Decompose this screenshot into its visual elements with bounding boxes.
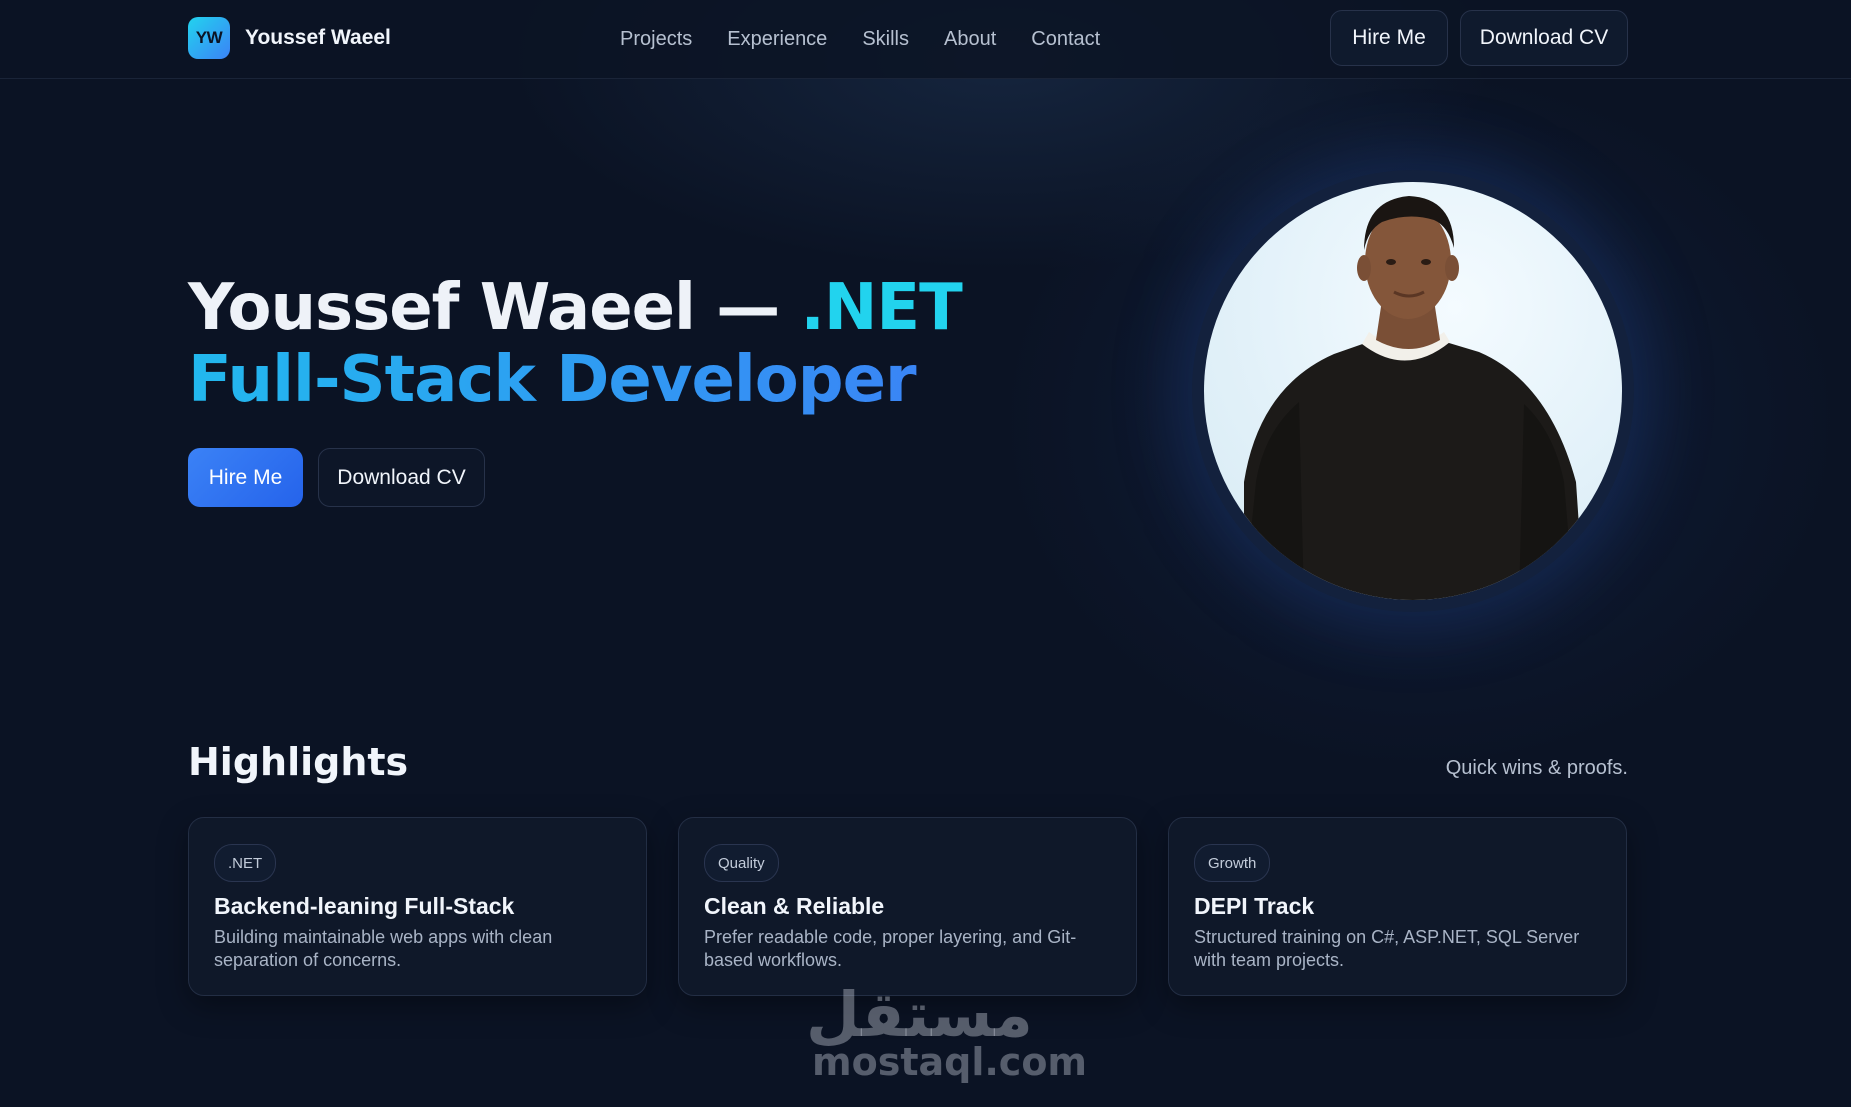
highlight-card: Quality Clean & Reliable Prefer readable… <box>678 817 1137 996</box>
card-title: Clean & Reliable <box>704 893 885 919</box>
card-tag: Growth <box>1194 844 1271 882</box>
highlights-subtitle: Quick wins & proofs. <box>1445 757 1628 779</box>
nav-link-contact[interactable]: Contact <box>1031 28 1100 51</box>
nav-link-skills[interactable]: Skills <box>862 28 909 51</box>
person-illustration <box>1244 196 1584 600</box>
highlight-card: Growth DEPI Track Structured training on… <box>1168 817 1627 996</box>
header-hire-button[interactable]: Hire Me <box>1330 10 1448 66</box>
card-text: Structured training on C#, ASP.NET, SQL … <box>1194 927 1580 970</box>
nav-link-projects[interactable]: Projects <box>620 28 692 51</box>
brand-name: Youssef Waeel <box>245 26 391 49</box>
main-nav: Projects Experience Skills About Contact <box>620 0 1135 78</box>
header-download-cv-button[interactable]: Download CV <box>1460 10 1628 66</box>
card-title: DEPI Track <box>1194 893 1315 919</box>
hero-title-role: Full-Stack Developer <box>188 344 962 416</box>
top-navbar: YW Youssef Waeel Projects Experience Ski… <box>0 0 1851 79</box>
hero-hire-button[interactable]: Hire Me <box>188 448 303 507</box>
card-tag: .NET <box>214 844 277 882</box>
watermark-latin: mostaql.com <box>812 1040 1088 1084</box>
logo-badge: YW <box>188 17 230 59</box>
card-title: Backend-leaning Full-Stack <box>214 893 515 919</box>
profile-photo-frame <box>1192 170 1634 612</box>
nav-link-about[interactable]: About <box>944 28 996 51</box>
profile-photo <box>1204 182 1622 600</box>
hero-title-name: Youssef Waeel — <box>188 271 801 345</box>
highlights-title: Highlights <box>188 740 409 784</box>
hero-title: Youssef Waeel — .NET Full-Stack Develope… <box>188 271 963 416</box>
card-tag: Quality <box>704 844 779 882</box>
card-text: Prefer readable code, proper layering, a… <box>704 927 1077 970</box>
highlight-card: .NET Backend-leaning Full-Stack Building… <box>188 817 647 996</box>
brand[interactable]: YW Youssef Waeel <box>188 17 391 59</box>
nav-link-experience[interactable]: Experience <box>727 28 827 51</box>
hero-title-accent: .NET <box>800 271 963 345</box>
card-text: Building maintainable web apps with clea… <box>214 927 553 970</box>
hero-download-cv-button[interactable]: Download CV <box>318 448 485 507</box>
